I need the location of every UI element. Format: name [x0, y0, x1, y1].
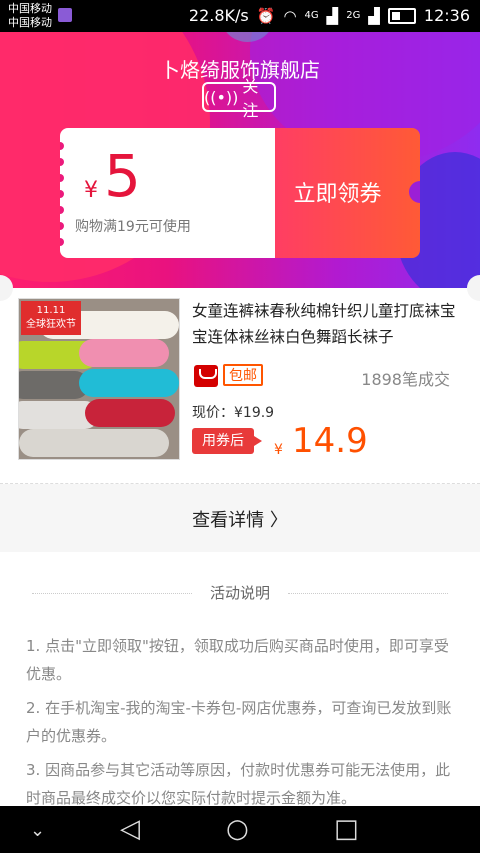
signal-icon-2: ▟ — [368, 6, 380, 25]
back-icon[interactable]: ◁ — [120, 814, 140, 844]
alarm-icon: ⏰ — [256, 6, 276, 25]
card-edge-notch — [467, 275, 480, 301]
clock: 12:36 — [423, 6, 470, 25]
product-image-detail — [79, 339, 169, 367]
network-type-2: 2G — [346, 10, 361, 21]
claim-coupon-button[interactable]: 立即领券 — [275, 128, 420, 258]
signal-icon-1: ▟ — [326, 6, 339, 25]
gallery-notification-icon — [58, 8, 72, 22]
final-price-currency: ¥ — [274, 442, 283, 458]
coupon-edge-notch — [409, 181, 420, 203]
claim-coupon-label: 立即领券 — [293, 182, 382, 207]
shop-name: 卜烙绮服饰旗舰店 — [160, 58, 320, 82]
chevron-down-icon[interactable]: ⌄ — [30, 816, 45, 846]
carrier-label-2: 中国移动 — [8, 16, 52, 29]
status-bar: 中国移动 中国移动 22.8K/s ⏰ ◠ 4G ▟ 2G ▟ 12:36 — [0, 0, 480, 32]
final-price: 14.9 — [292, 421, 368, 461]
current-price: 现价：¥19.9 — [192, 405, 275, 421]
coupon-currency: ¥ — [84, 178, 98, 203]
rules-heading: 活动说明 — [209, 584, 270, 602]
festival-badge-bottom: 全球狂欢节 — [26, 319, 76, 330]
coupon-edge-notch — [60, 222, 64, 230]
sold-count: 1898笔成交 — [361, 370, 450, 389]
home-icon[interactable]: ○ — [226, 814, 249, 844]
after-coupon-tag: 用券后 — [192, 428, 262, 454]
broadcast-icon: ((•)) — [204, 87, 239, 107]
festival-badge-top: 11.11 — [36, 305, 66, 316]
rule-item: 3. 因商品参与其它活动等原因，付款时优惠券可能无法使用，此时商品最终成交价以您… — [26, 761, 451, 807]
coupon-edge-notch — [60, 174, 64, 182]
coupon-edge-notch — [60, 142, 64, 150]
details-section: 查看详情 〉 — [0, 484, 480, 552]
system-nav-bar: ⌄ ◁ ○ □ — [0, 806, 480, 853]
tmall-icon — [194, 365, 218, 387]
coupon-condition: 购物满19元可使用 — [75, 219, 191, 235]
coupon-edge-notch — [60, 206, 64, 214]
wifi-icon: ◠ — [283, 6, 297, 25]
product-title[interactable]: 女童连裤袜春秋纯棉针织儿童打底袜宝宝连体袜丝袜白色舞蹈长袜子 — [192, 298, 462, 350]
free-shipping-badge: 包邮 — [223, 364, 263, 386]
product-image-detail — [85, 399, 175, 427]
product-card[interactable]: 11.11 全球狂欢节 女童连裤袜春秋纯棉针织儿童打底袜宝宝连体袜丝袜白色舞蹈长… — [0, 275, 480, 484]
coupon-card: ¥ 5 购物满19元可使用 立即领券 — [60, 128, 420, 258]
coupon-edge-notch — [60, 238, 64, 246]
recents-icon[interactable]: □ — [334, 814, 359, 844]
product-image-detail — [19, 429, 169, 457]
view-details-link[interactable]: 查看详情 〉 — [192, 506, 288, 532]
coupon-amount: 5 — [104, 142, 141, 210]
product-image-detail — [79, 369, 179, 397]
battery-icon — [387, 7, 416, 24]
follow-button[interactable]: ((•)) 关注 — [202, 77, 276, 120]
rule-item: 2. 在手机淘宝-我的淘宝-卡券包-网店优惠券，可查询已发放到账户的优惠券。 — [26, 699, 452, 745]
coupon-hero: 卜烙绮服饰旗舰店 ((•)) 关注 ¥ 5 购物满19元可使用 立即领券 — [0, 32, 480, 288]
network-speed: 22.8K/s — [188, 6, 249, 25]
rule-item: 1. 点击"立即领取"按钮，领取成功后购买商品时使用，即可享受优惠。 — [26, 637, 449, 683]
coupon-edge-notch — [60, 190, 64, 198]
festival-badge: 11.11 全球狂欢节 — [21, 301, 81, 335]
coupon-edge-notch — [60, 158, 64, 166]
follow-label: 关注 — [242, 77, 259, 120]
network-type-1: 4G — [304, 10, 319, 21]
coupon-value-panel: ¥ 5 购物满19元可使用 — [60, 128, 275, 258]
carrier-label-1: 中国移动 — [8, 2, 52, 15]
activity-rules: 活动说明 1. 点击"立即领取"按钮，领取成功后购买商品时使用，即可享受优惠。 … — [0, 552, 480, 812]
product-image[interactable]: 11.11 全球狂欢节 — [18, 298, 180, 460]
